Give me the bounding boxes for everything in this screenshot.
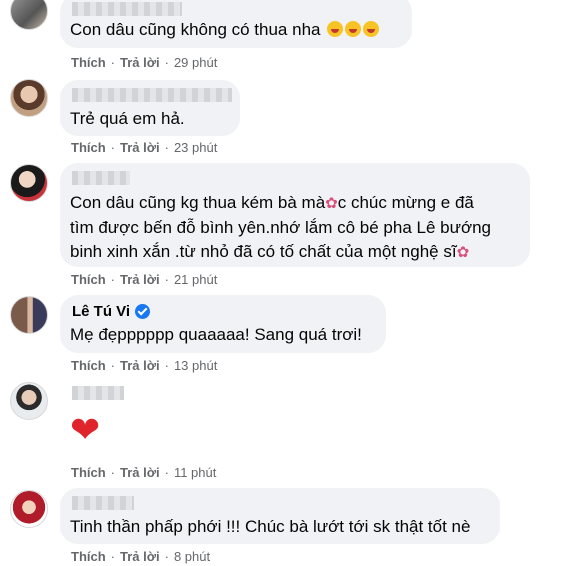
comment-actions: Thích · Trả lời · 13 phút [71, 358, 217, 373]
separator: · [164, 549, 169, 564]
separator: · [164, 272, 169, 287]
comment-text: Trẻ quá em hả. [70, 109, 185, 128]
laughing-face-icon [327, 21, 344, 37]
comment-bubble: Tinh thần phấp phới !!! Chúc bà lướt tới… [60, 488, 500, 544]
comment-text: Mẹ đẹpppppp quaaaaa! Sang quá trơi! [70, 325, 362, 344]
comment-actions: Thích · Trả lời · 21 phút [71, 272, 217, 287]
separator: · [110, 549, 116, 564]
separator: · [110, 140, 116, 155]
bouquet-icon: ✿ [325, 195, 338, 212]
like-button[interactable]: Thích [71, 549, 106, 564]
timestamp[interactable]: 13 phút [174, 358, 217, 373]
comment-bubble: Lê Tú Vi Mẹ đẹpppppp quaaaaa! Sang quá t… [60, 295, 386, 353]
comment-actions: Thích · Trả lời · 8 phút [71, 549, 210, 564]
separator: · [164, 55, 169, 70]
redacted-name [72, 386, 124, 400]
comment-bubble: Con dâu cũng kg thua kém bà mà✿c chúc mừ… [60, 163, 530, 267]
timestamp[interactable]: 11 phút [174, 465, 216, 480]
reply-button[interactable]: Trả lời [120, 465, 160, 480]
laughing-face-icon [363, 21, 380, 37]
timestamp[interactable]: 8 phút [174, 549, 210, 564]
redacted-name [72, 2, 182, 16]
reply-button[interactable]: Trả lời [120, 272, 160, 287]
comment-text: Con dâu cũng kg thua kém bà mà✿c chúc mừ… [70, 191, 525, 265]
separator: · [164, 465, 169, 480]
comment-actions: Thích · Trả lời · 11 phút [71, 465, 216, 480]
comment-bubble: Con dâu cũng không có thua nha [60, 0, 412, 48]
avatar[interactable] [10, 382, 48, 420]
timestamp[interactable]: 23 phút [174, 140, 217, 155]
separator: · [164, 358, 169, 373]
comment-text: Tinh thần phấp phới !!! Chúc bà lướt tới… [70, 517, 471, 536]
verified-badge-icon [135, 304, 151, 319]
timestamp[interactable]: 29 phút [174, 55, 217, 70]
laughing-face-icon [345, 21, 362, 37]
reply-button[interactable]: Trả lời [120, 140, 160, 155]
separator: · [110, 272, 116, 287]
commenter-name[interactable]: Lê Tú Vi [72, 303, 151, 320]
separator: · [110, 465, 116, 480]
comment-actions: Thích · Trả lời · 29 phút [71, 55, 217, 70]
avatar[interactable] [10, 0, 48, 30]
like-button[interactable]: Thích [71, 358, 106, 373]
separator: · [110, 55, 116, 70]
reply-button[interactable]: Trả lời [120, 55, 160, 70]
avatar[interactable] [10, 164, 48, 202]
comment-text: Con dâu cũng không có thua nha [70, 18, 380, 42]
separator: · [110, 358, 116, 373]
like-button[interactable]: Thích [71, 140, 106, 155]
reply-button[interactable]: Trả lời [120, 358, 160, 373]
avatar[interactable] [10, 490, 48, 528]
reply-button[interactable]: Trả lời [120, 549, 160, 564]
timestamp[interactable]: 21 phút [174, 272, 217, 287]
comment-bubble: Trẻ quá em hả. [60, 80, 240, 136]
redacted-name [72, 496, 134, 510]
comment-actions: Thích · Trả lời · 23 phút [71, 140, 217, 155]
avatar[interactable] [10, 79, 48, 117]
like-button[interactable]: Thích [71, 272, 106, 287]
redacted-name [72, 88, 232, 102]
redacted-name [72, 171, 130, 185]
separator: · [164, 140, 169, 155]
like-button[interactable]: Thích [71, 55, 106, 70]
like-button[interactable]: Thích [71, 465, 106, 480]
bouquet-icon: ✿ [456, 244, 470, 261]
avatar[interactable] [10, 296, 48, 334]
red-heart-icon: ❤ [70, 409, 101, 450]
